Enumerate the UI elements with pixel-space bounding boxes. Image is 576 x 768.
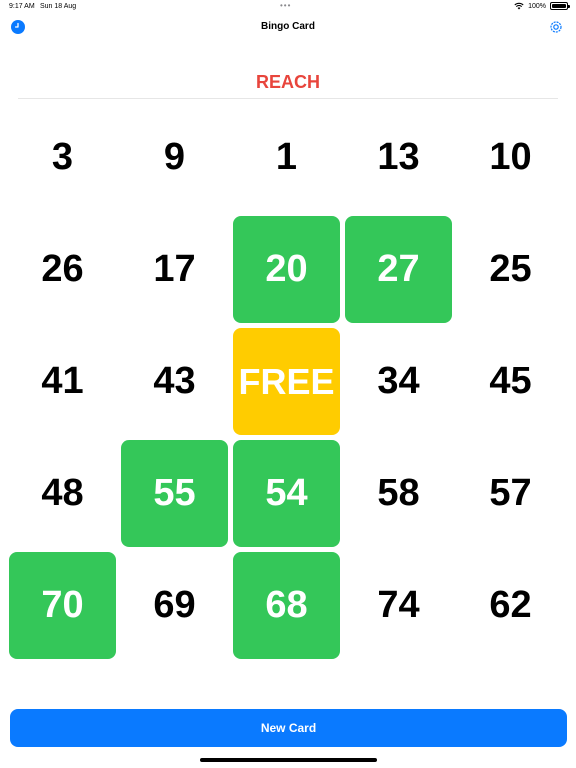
bingo-cell[interactable]: 20 (233, 216, 340, 323)
bingo-cell[interactable]: 9 (121, 104, 228, 211)
bingo-cell[interactable]: 17 (121, 216, 228, 323)
home-indicator (200, 758, 377, 762)
free-space-cell[interactable]: FREE (233, 328, 340, 435)
page-title: Bingo Card (261, 21, 315, 32)
status-bar: 9:17 AM Sun 18 Aug ••• 100% (0, 0, 576, 14)
card-status: REACH (255, 72, 320, 92)
multitasking-dots[interactable]: ••• (280, 1, 291, 10)
bingo-cell[interactable]: 58 (345, 440, 452, 547)
divider (18, 98, 558, 99)
bingo-cell[interactable]: 26 (9, 216, 116, 323)
status-date: Sun 18 Aug (40, 3, 77, 10)
bingo-cell[interactable]: 45 (457, 328, 564, 435)
bingo-cell[interactable]: 69 (121, 552, 228, 659)
bingo-cell[interactable]: 34 (345, 328, 452, 435)
bingo-cell[interactable]: 3 (9, 104, 116, 211)
bingo-cell[interactable]: 25 (457, 216, 564, 323)
bingo-cell[interactable]: 43 (121, 328, 228, 435)
status-time: 9:17 AM (9, 3, 35, 10)
bingo-cell[interactable]: 48 (9, 440, 116, 547)
bingo-cell[interactable]: 27 (345, 216, 452, 323)
bingo-cell[interactable]: 70 (9, 552, 116, 659)
bingo-grid: 3 9 1 13 10 26 17 20 27 25 41 43 FREE 34… (9, 104, 567, 664)
bingo-cell[interactable]: 1 (233, 104, 340, 211)
bingo-cell[interactable]: 57 (457, 440, 564, 547)
new-card-button[interactable]: New Card (10, 709, 567, 747)
bingo-cell[interactable]: 41 (9, 328, 116, 435)
bingo-cell[interactable]: 55 (121, 440, 228, 547)
gear-icon (550, 21, 562, 33)
bingo-cell[interactable]: 68 (233, 552, 340, 659)
bingo-cell[interactable]: 74 (345, 552, 452, 659)
navigation-bar: Bingo Card (0, 16, 576, 40)
bingo-cell[interactable]: 54 (233, 440, 340, 547)
status-right-group: 100% (514, 2, 570, 10)
battery-percentage: 100% (528, 2, 546, 10)
battery-icon (550, 2, 570, 10)
bingo-cell[interactable]: 10 (457, 104, 564, 211)
bingo-cell[interactable]: 13 (345, 104, 452, 211)
settings-button[interactable] (549, 20, 563, 34)
bingo-cell[interactable]: 62 (457, 552, 564, 659)
wifi-icon (514, 2, 524, 10)
